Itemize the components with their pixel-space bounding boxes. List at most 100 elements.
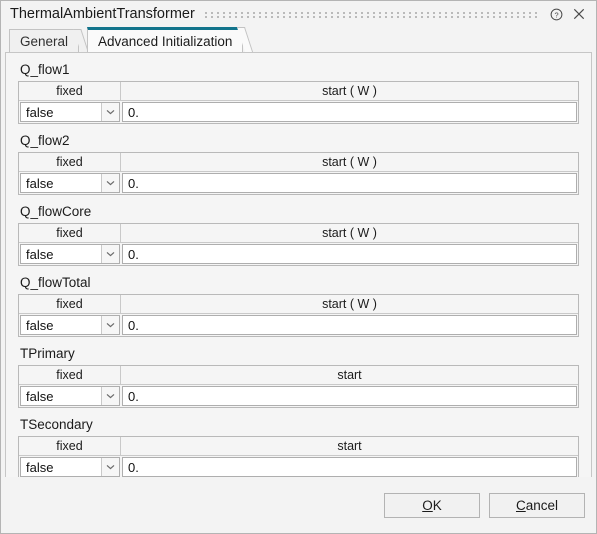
- column-header-fixed: fixed: [19, 366, 121, 385]
- column-header-start: start ( W ): [121, 82, 578, 101]
- column-header-fixed: fixed: [19, 295, 121, 314]
- tab-general[interactable]: General: [9, 29, 80, 52]
- cancel-button-label: ancel: [525, 497, 559, 513]
- column-header-start: start ( W ): [121, 153, 578, 172]
- window-title: ThermalAmbientTransformer: [10, 6, 195, 22]
- parameter-table: fixed start false 0.: [18, 436, 579, 479]
- table-row: false 0.: [19, 385, 578, 407]
- start-value-text: 0.: [128, 175, 139, 191]
- table-header-row: fixed start: [19, 366, 578, 385]
- start-value-text: 0.: [128, 459, 139, 475]
- title-bar-grip: [202, 10, 541, 18]
- dialog-footer: OK Cancel: [1, 477, 596, 533]
- group-label: TPrimary: [20, 346, 75, 361]
- parameter-table: fixed start ( W ) false 0.: [18, 223, 579, 266]
- column-header-start-unit: ( W ): [349, 84, 377, 98]
- fixed-dropdown[interactable]: false: [20, 386, 120, 406]
- parameter-table: fixed start ( W ) false 0.: [18, 152, 579, 195]
- fixed-dropdown-value: false: [26, 317, 54, 333]
- table-header-row: fixed start ( W ): [19, 82, 578, 101]
- close-icon[interactable]: [572, 7, 586, 21]
- fixed-dropdown-value: false: [26, 459, 54, 475]
- column-header-start-text: start: [322, 155, 347, 169]
- fixed-dropdown[interactable]: false: [20, 102, 120, 122]
- window-controls: ?: [549, 7, 590, 21]
- start-value-text: 0.: [128, 388, 139, 404]
- column-header-fixed: fixed: [19, 224, 121, 243]
- chevron-down-icon[interactable]: [101, 316, 119, 334]
- table-header-row: fixed start ( W ): [19, 295, 578, 314]
- group-q-flow-core: Q_flowCore fixed start ( W ) false 0.: [18, 203, 579, 266]
- table-row: false 0.: [19, 456, 578, 478]
- svg-text:?: ?: [554, 10, 558, 19]
- ok-button-label: K: [432, 497, 442, 513]
- group-q-flow1: Q_flow1 fixed start ( W ) false 0.: [18, 61, 579, 124]
- column-header-start-unit: ( W ): [349, 297, 377, 311]
- fixed-dropdown-value: false: [26, 388, 54, 404]
- start-value-input[interactable]: 0.: [122, 244, 577, 264]
- group-label: Q_flowCore: [20, 204, 92, 219]
- start-value-text: 0.: [128, 104, 139, 120]
- fixed-dropdown[interactable]: false: [20, 457, 120, 477]
- fixed-dropdown-value: false: [26, 104, 54, 120]
- start-value-input[interactable]: 0.: [122, 173, 577, 193]
- column-header-start-text: start: [337, 368, 362, 382]
- parameter-table: fixed start ( W ) false 0.: [18, 81, 579, 124]
- fixed-dropdown-value: false: [26, 246, 54, 262]
- table-row: false 0.: [19, 101, 578, 123]
- fixed-dropdown[interactable]: false: [20, 244, 120, 264]
- column-header-start-text: start: [322, 297, 347, 311]
- chevron-down-icon[interactable]: [101, 458, 119, 476]
- group-label: Q_flow1: [20, 62, 70, 77]
- chevron-down-icon[interactable]: [101, 174, 119, 192]
- start-value-input[interactable]: 0.: [122, 386, 577, 406]
- group-t-primary: TPrimary fixed start false 0.: [18, 345, 579, 408]
- tab-advanced-initialization-label: Advanced Initialization: [98, 33, 233, 49]
- parameter-table: fixed start false 0.: [18, 365, 579, 408]
- column-header-start: start: [121, 366, 578, 385]
- column-header-start: start: [121, 437, 578, 456]
- fixed-dropdown[interactable]: false: [20, 173, 120, 193]
- group-label: Q_flowTotal: [20, 275, 91, 290]
- start-value-input[interactable]: 0.: [122, 102, 577, 122]
- start-value-input[interactable]: 0.: [122, 315, 577, 335]
- column-header-start-text: start: [337, 439, 362, 453]
- chevron-down-icon[interactable]: [101, 387, 119, 405]
- column-header-start-text: start: [322, 226, 347, 240]
- advanced-initialization-panel: Q_flow1 fixed start ( W ) false 0. Q_flo…: [5, 52, 592, 500]
- start-value-text: 0.: [128, 246, 139, 262]
- column-header-start: start ( W ): [121, 224, 578, 243]
- ok-button[interactable]: OK: [384, 492, 480, 518]
- column-header-start-unit: ( W ): [349, 155, 377, 169]
- column-header-fixed: fixed: [19, 82, 121, 101]
- column-header-fixed: fixed: [19, 153, 121, 172]
- fixed-dropdown[interactable]: false: [20, 315, 120, 335]
- cancel-button-mnemonic: C: [515, 497, 526, 513]
- cancel-button[interactable]: Cancel: [489, 492, 585, 518]
- column-header-start-unit: ( W ): [349, 226, 377, 240]
- dialog-window: ThermalAmbientTransformer ? General Adva…: [0, 0, 597, 534]
- fixed-dropdown-value: false: [26, 175, 54, 191]
- table-header-row: fixed start ( W ): [19, 224, 578, 243]
- start-value-text: 0.: [128, 317, 139, 333]
- start-value-input[interactable]: 0.: [122, 457, 577, 477]
- column-header-start-text: start: [322, 84, 347, 98]
- tab-advanced-initialization[interactable]: Advanced Initialization: [87, 27, 244, 52]
- chevron-down-icon[interactable]: [101, 103, 119, 121]
- tab-strip: General Advanced Initialization: [1, 27, 596, 52]
- tab-general-label: General: [20, 33, 69, 49]
- column-header-fixed: fixed: [19, 437, 121, 456]
- column-header-start: start ( W ): [121, 295, 578, 314]
- title-bar: ThermalAmbientTransformer ?: [1, 1, 596, 27]
- group-label: TSecondary: [20, 417, 93, 432]
- help-circle-icon[interactable]: ?: [549, 7, 563, 21]
- group-t-secondary: TSecondary fixed start false 0.: [18, 416, 579, 479]
- table-row: false 0.: [19, 172, 578, 194]
- parameter-table: fixed start ( W ) false 0.: [18, 294, 579, 337]
- chevron-down-icon[interactable]: [101, 245, 119, 263]
- group-q-flow2: Q_flow2 fixed start ( W ) false 0.: [18, 132, 579, 195]
- ok-button-mnemonic: O: [422, 497, 433, 513]
- table-row: false 0.: [19, 243, 578, 265]
- group-label: Q_flow2: [20, 133, 70, 148]
- table-header-row: fixed start: [19, 437, 578, 456]
